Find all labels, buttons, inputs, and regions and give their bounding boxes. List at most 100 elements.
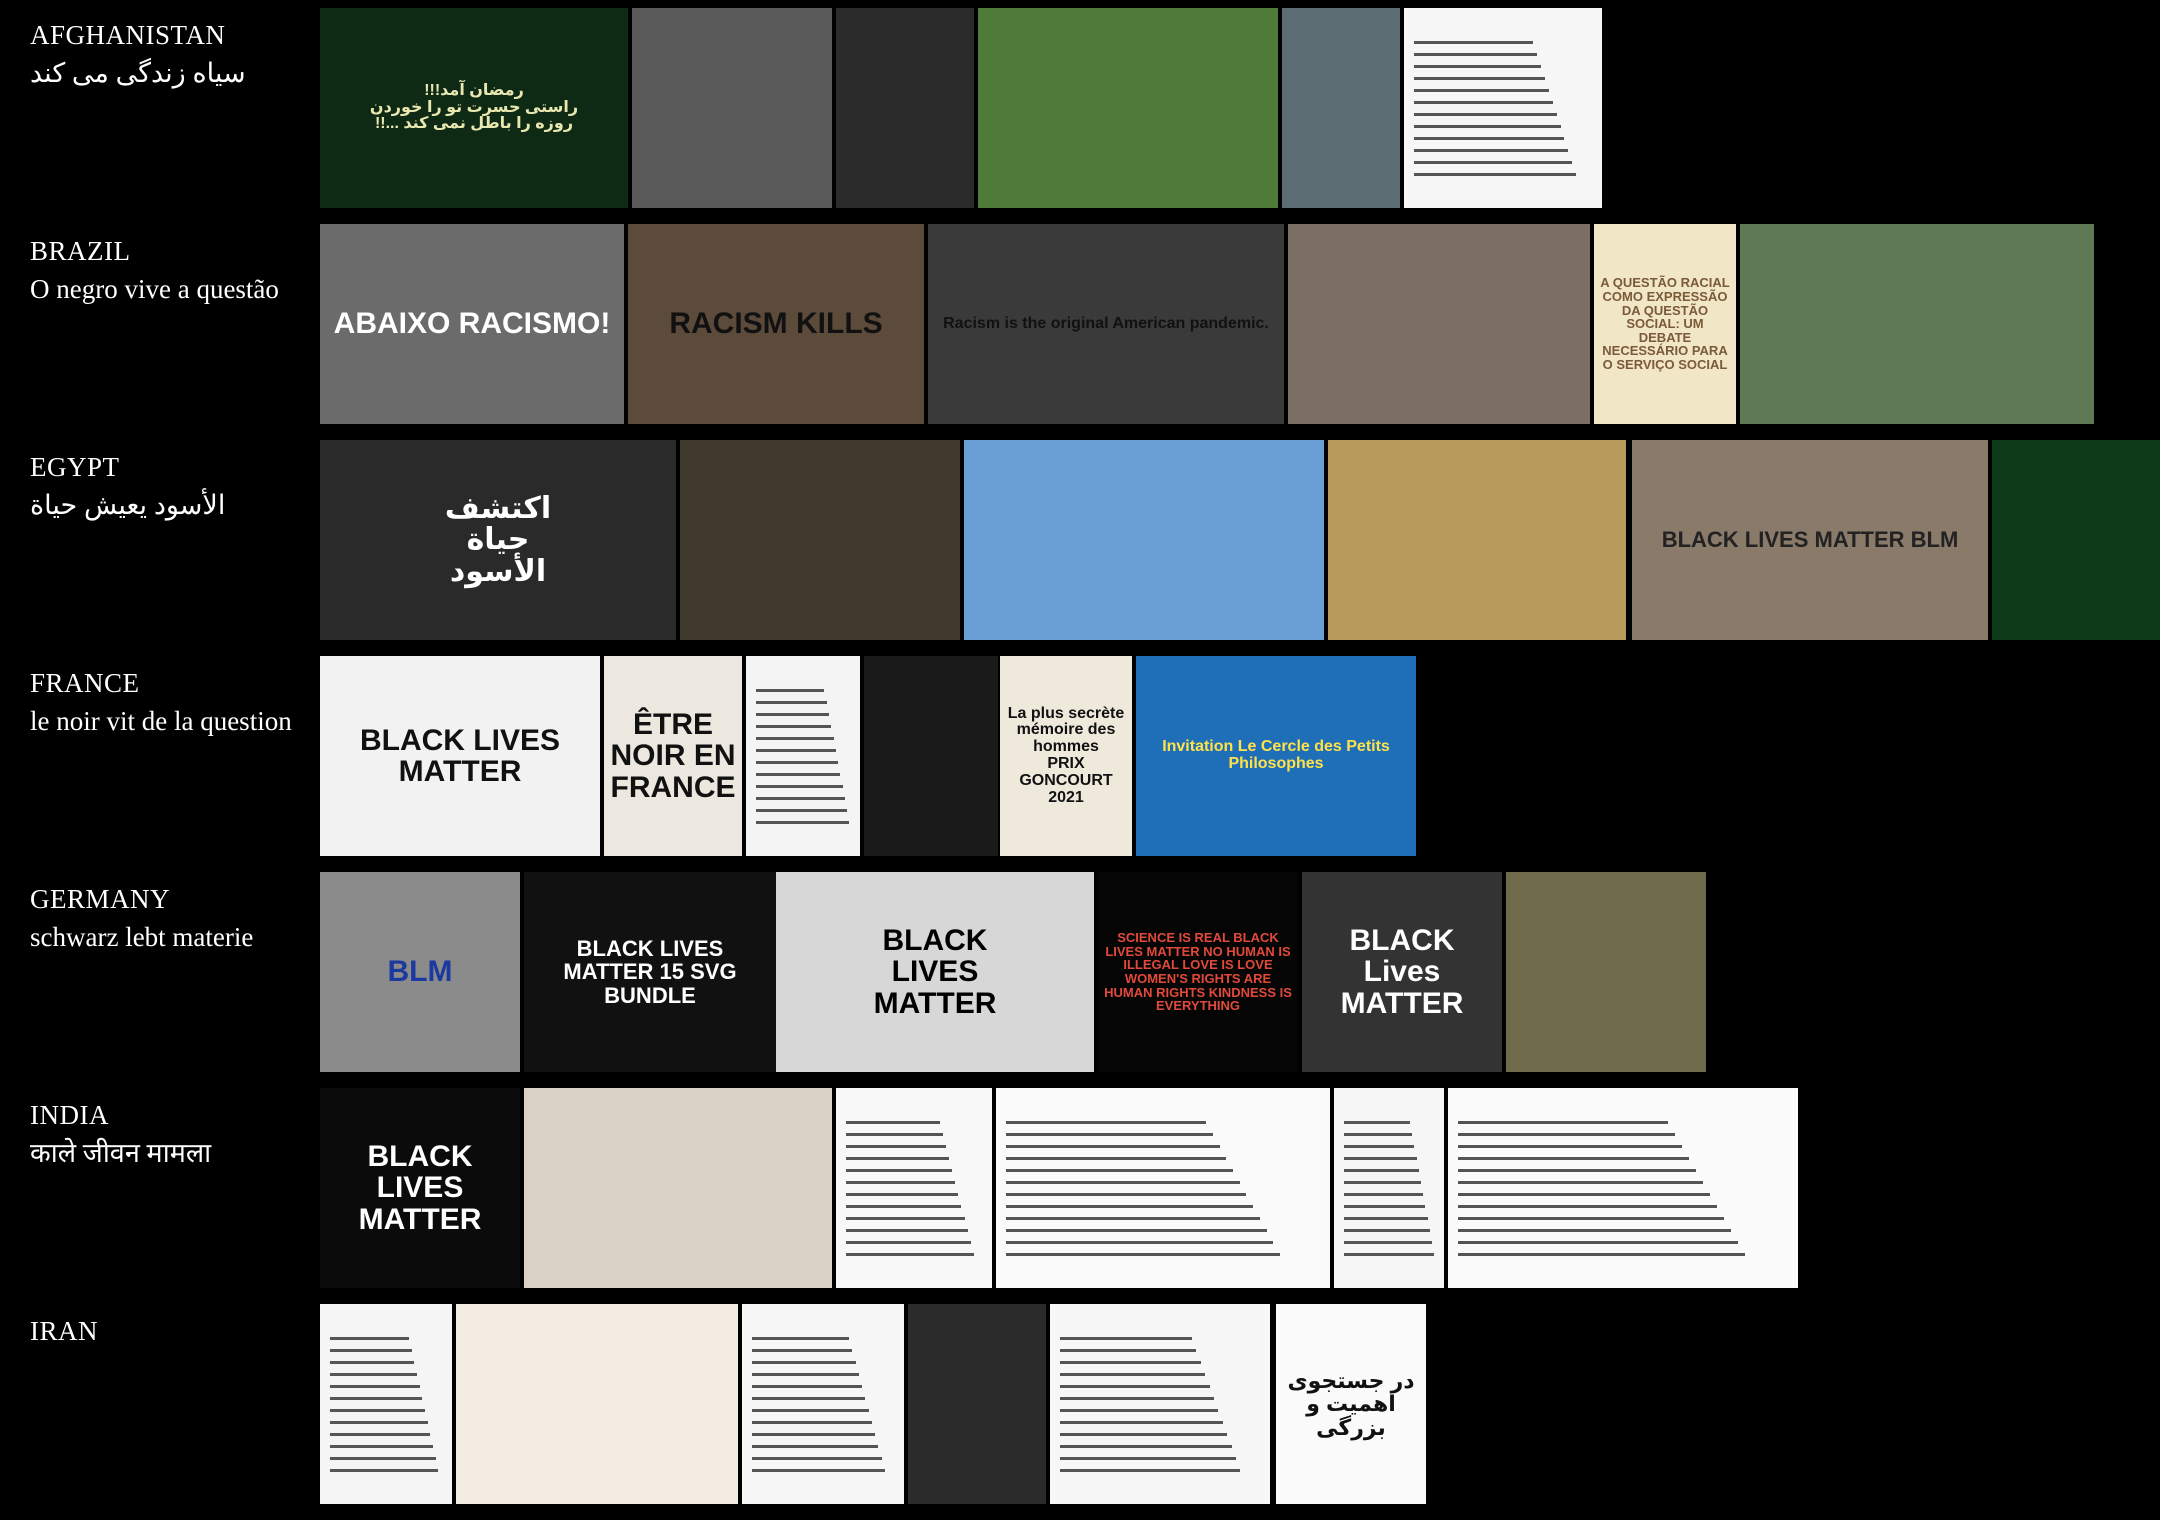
afghanistan-image-1-ramadan-poster[interactable]: رمضان آمد!!! راستی حسرت تو را خوردن روزه… bbox=[320, 8, 628, 208]
brazil-image-6-woman-garden[interactable] bbox=[1740, 224, 2094, 424]
text-line bbox=[1414, 160, 1573, 164]
brazil-image-1-protest-abaixo-racismo[interactable]: ABAIXO RACISMO! bbox=[320, 224, 624, 424]
text-line bbox=[330, 1444, 433, 1448]
text-line bbox=[752, 1468, 885, 1472]
germany-image-5-black-lives-matter-badge[interactable]: BLACK Lives MATTER bbox=[1302, 872, 1502, 1072]
text-line bbox=[1414, 52, 1537, 56]
text-line bbox=[1060, 1432, 1228, 1436]
india-image-6-official-letter[interactable] bbox=[1448, 1088, 1798, 1288]
india-image-2-hindi-collage[interactable] bbox=[524, 1088, 832, 1288]
text-line bbox=[1458, 1216, 1724, 1220]
germany-image-1-blm-tshirt[interactable]: BLM bbox=[320, 872, 520, 1072]
image-caption: BLACK LIVES MATTER BLM bbox=[1661, 527, 1959, 553]
text-line bbox=[1060, 1396, 1214, 1400]
iran-image-2-illustrated-page[interactable] bbox=[456, 1304, 738, 1504]
text-line bbox=[1458, 1144, 1682, 1148]
france-image-4-book-back[interactable] bbox=[864, 656, 998, 856]
text-line bbox=[1006, 1144, 1220, 1148]
text-line bbox=[1458, 1240, 1738, 1244]
afghanistan-image-6-document[interactable] bbox=[1404, 8, 1602, 208]
egypt-image-4-lioness-cubs[interactable] bbox=[1328, 440, 1626, 640]
text-line bbox=[752, 1444, 879, 1448]
brazil-image-4-street-queue[interactable] bbox=[1288, 224, 1590, 424]
text-line bbox=[1006, 1156, 1227, 1160]
egypt-image-5-blm-protest[interactable]: BLACK LIVES MATTER BLM bbox=[1632, 440, 1988, 640]
image-caption: RACISM KILLS bbox=[669, 307, 883, 341]
row-label: IRAN bbox=[30, 1312, 320, 1350]
image-caption: اكتشف حياة الأسود bbox=[444, 491, 552, 588]
text-line bbox=[752, 1384, 863, 1388]
text-line bbox=[756, 700, 827, 704]
india-image-1-fist-black-lives-matter[interactable]: BLACK LIVES MATTER bbox=[320, 1088, 520, 1288]
text-line bbox=[756, 796, 845, 800]
text-line bbox=[330, 1468, 439, 1472]
egypt-image-1-lion-discover-poster[interactable]: اكتشف حياة الأسود bbox=[320, 440, 676, 640]
text-line bbox=[1006, 1168, 1234, 1172]
text-line bbox=[1458, 1228, 1731, 1232]
text-line bbox=[846, 1132, 943, 1136]
iran-image-3-text-page[interactable] bbox=[742, 1304, 904, 1504]
text-line bbox=[1006, 1180, 1240, 1184]
india-image-3-document[interactable] bbox=[836, 1088, 992, 1288]
text-line bbox=[1414, 136, 1565, 140]
afghanistan-image-4-black-bird[interactable] bbox=[978, 8, 1278, 208]
france-image-2-etre-noir-en-france[interactable]: ÊTRE NOIR EN FRANCE bbox=[604, 656, 742, 856]
egypt-image-3-lions-savanna[interactable] bbox=[964, 440, 1324, 640]
egypt-image-6-black-panther[interactable] bbox=[1992, 440, 2160, 640]
germany-image-2-blm-svg-bundle[interactable]: BLACK LIVES MATTER 15 SVG BUNDLE bbox=[524, 872, 776, 1072]
india-image-4-handwritten-letter[interactable] bbox=[996, 1088, 1330, 1288]
iran-image-6-title-page[interactable]: در جستجوی اهمیت و بزرگی bbox=[1276, 1304, 1426, 1504]
text-line bbox=[1344, 1144, 1415, 1148]
country-row-france: FRANCE le noir vit de la question BLACK … bbox=[0, 656, 2160, 872]
text-line bbox=[1344, 1132, 1413, 1136]
text-line bbox=[1006, 1252, 1280, 1256]
translated-phrase: schwarz lebt materie bbox=[30, 922, 254, 952]
text-line bbox=[330, 1384, 420, 1388]
france-image-1-black-kitten[interactable]: BLACK LIVES MATTER bbox=[320, 656, 600, 856]
text-line bbox=[756, 784, 843, 788]
france-image-6-petits-philosophes[interactable]: Invitation Le Cercle des Petits Philosop… bbox=[1136, 656, 1416, 856]
text-line bbox=[330, 1360, 415, 1364]
text-line bbox=[846, 1216, 965, 1220]
germany-image-4-science-is-real-poster[interactable]: SCIENCE IS REAL BLACK LIVES MATTER NO HU… bbox=[1098, 872, 1298, 1072]
brazil-image-3-racism-pandemic-sign[interactable]: Racism is the original American pandemic… bbox=[928, 224, 1284, 424]
text-line bbox=[1344, 1156, 1417, 1160]
text-line bbox=[756, 724, 832, 728]
text-line bbox=[1414, 172, 1577, 176]
text-line bbox=[330, 1348, 412, 1352]
afghanistan-image-5-blossom-sign[interactable] bbox=[1282, 8, 1400, 208]
country-row-india: INDIA काले जीवन मामला BLACK LIVES MATTER bbox=[0, 1088, 2160, 1304]
text-line bbox=[756, 748, 836, 752]
brazil-image-5-questao-racial-book[interactable]: A QUESTÃO RACIAL COMO EXPRESSÃO DA QUEST… bbox=[1594, 224, 1736, 424]
iran-image-1-text-page[interactable] bbox=[320, 1304, 452, 1504]
egypt-image-2-man-with-lion[interactable] bbox=[680, 440, 960, 640]
text-line bbox=[330, 1408, 426, 1412]
iran-image-5-table-page[interactable] bbox=[1050, 1304, 1270, 1504]
text-line bbox=[756, 760, 839, 764]
india-image-5-document[interactable] bbox=[1334, 1088, 1444, 1288]
country-row-afghanistan: AFGHANISTAN سیاه زندگی می کند رمضان آمد!… bbox=[0, 8, 2160, 224]
row-label: INDIA काले जीवन मामला bbox=[30, 1096, 320, 1172]
brazil-image-2-racism-kills-sign[interactable]: RACISM KILLS bbox=[628, 224, 924, 424]
afghanistan-image-2-child-portrait[interactable] bbox=[632, 8, 832, 208]
text-line bbox=[846, 1192, 959, 1196]
text-line bbox=[1060, 1420, 1223, 1424]
afghanistan-image-3-book-cover[interactable] bbox=[836, 8, 974, 208]
country-name: GERMANY bbox=[30, 884, 171, 914]
france-image-3-text-page[interactable] bbox=[746, 656, 860, 856]
germany-image-3-black-lives-matter-flag[interactable]: BLACK LIVES MATTER bbox=[776, 872, 1094, 1072]
text-line bbox=[1060, 1384, 1210, 1388]
iran-image-4-book-cover[interactable] bbox=[908, 1304, 1046, 1504]
text-line bbox=[752, 1372, 859, 1376]
country-name: IRAN bbox=[30, 1316, 98, 1346]
text-line bbox=[846, 1252, 974, 1256]
text-line bbox=[1458, 1252, 1745, 1256]
text-line bbox=[330, 1420, 428, 1424]
germany-image-6-patched-jacket[interactable] bbox=[1506, 872, 1706, 1072]
translated-phrase: काले जीवन मामला bbox=[30, 1138, 212, 1168]
text-line bbox=[1006, 1204, 1254, 1208]
text-line bbox=[752, 1396, 866, 1400]
text-line bbox=[752, 1360, 856, 1364]
france-image-5-prix-goncourt-book[interactable]: La plus secrète mémoire des hommes PRIX … bbox=[1000, 656, 1132, 856]
text-line bbox=[1060, 1372, 1206, 1376]
